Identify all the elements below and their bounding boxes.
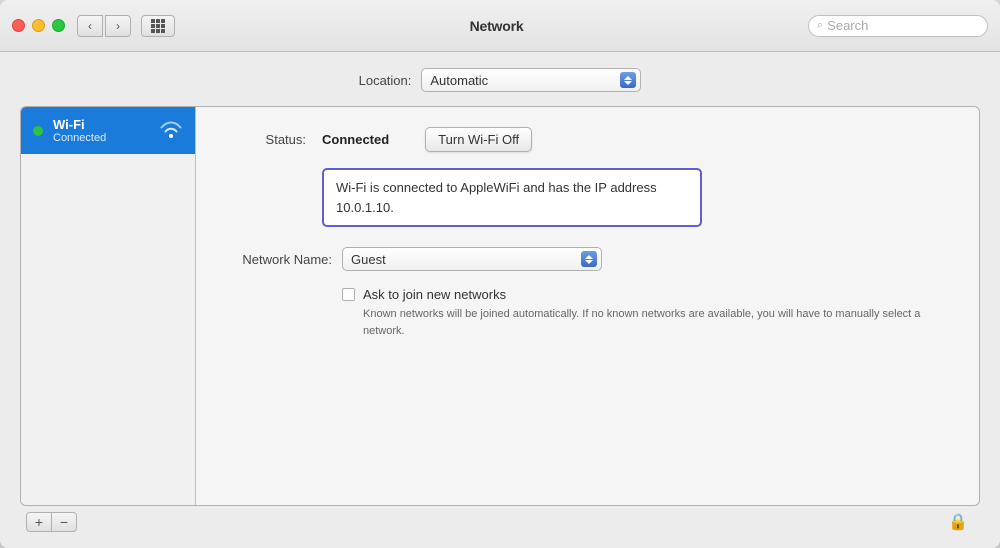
status-label: Status:	[226, 132, 306, 147]
lock-area: 🔒	[948, 512, 974, 532]
search-icon: ⌕	[817, 19, 823, 32]
grid-view-button[interactable]	[141, 15, 175, 37]
checkbox-description: Known networks will be joined automatica…	[363, 306, 949, 339]
search-box[interactable]: ⌕ Search	[808, 15, 988, 37]
wifi-status-indicator	[33, 126, 43, 136]
ask-join-checkbox[interactable]	[342, 288, 355, 301]
location-bar: Location: Automatic	[20, 68, 980, 92]
sidebar-item-text: Wi-Fi Connected	[53, 117, 149, 144]
network-name-select[interactable]: Guest AppleWiFi	[342, 247, 602, 271]
checkbox-area: Ask to join new networks Known networks …	[342, 287, 949, 339]
sidebar-item-status: Connected	[53, 132, 149, 144]
main-panel: Wi-Fi Connected Status:	[20, 106, 980, 506]
remove-network-button[interactable]: −	[51, 512, 77, 532]
window-title: Network	[185, 18, 808, 34]
status-value: Connected	[322, 132, 389, 147]
location-select-wrapper: Automatic	[421, 68, 641, 92]
sidebar-item-wifi[interactable]: Wi-Fi Connected	[21, 107, 195, 154]
minus-icon: −	[60, 514, 68, 530]
add-network-button[interactable]: +	[26, 512, 52, 532]
close-button[interactable]	[12, 19, 25, 32]
status-row: Status: Connected Turn Wi-Fi Off	[226, 127, 949, 152]
checkbox-row: Ask to join new networks	[342, 287, 949, 302]
sidebar-item-name: Wi-Fi	[53, 117, 149, 132]
back-button[interactable]: ‹	[77, 15, 103, 37]
grid-icon	[151, 19, 165, 33]
maximize-button[interactable]	[52, 19, 65, 32]
location-label: Location:	[359, 73, 412, 88]
checkbox-label: Ask to join new networks	[363, 287, 506, 302]
minimize-button[interactable]	[32, 19, 45, 32]
network-name-label: Network Name:	[226, 252, 332, 267]
location-select[interactable]: Automatic	[421, 68, 641, 92]
system-preferences-window: ‹ › Network ⌕ Search Location: Automatic	[0, 0, 1000, 548]
titlebar: ‹ › Network ⌕ Search	[0, 0, 1000, 52]
info-box: Wi-Fi is connected to AppleWiFi and has …	[322, 168, 702, 227]
traffic-lights	[12, 19, 65, 32]
forward-button[interactable]: ›	[105, 15, 131, 37]
plus-icon: +	[35, 514, 43, 530]
bottom-toolbar: + − 🔒	[20, 506, 980, 538]
search-placeholder: Search	[827, 18, 868, 33]
info-text: Wi-Fi is connected to AppleWiFi and has …	[336, 180, 657, 215]
right-panel: Status: Connected Turn Wi-Fi Off Wi-Fi i…	[196, 107, 979, 505]
sidebar: Wi-Fi Connected	[21, 107, 196, 505]
content-area: Location: Automatic Wi-Fi Connec	[0, 52, 1000, 548]
wifi-icon	[159, 120, 183, 141]
network-name-select-wrapper: Guest AppleWiFi	[342, 247, 602, 271]
nav-buttons: ‹ ›	[77, 15, 131, 37]
lock-button[interactable]: 🔒	[948, 512, 968, 532]
lock-icon: 🔒	[948, 512, 968, 532]
turn-wifi-button[interactable]: Turn Wi-Fi Off	[425, 127, 532, 152]
network-name-row: Network Name: Guest AppleWiFi	[226, 247, 949, 271]
